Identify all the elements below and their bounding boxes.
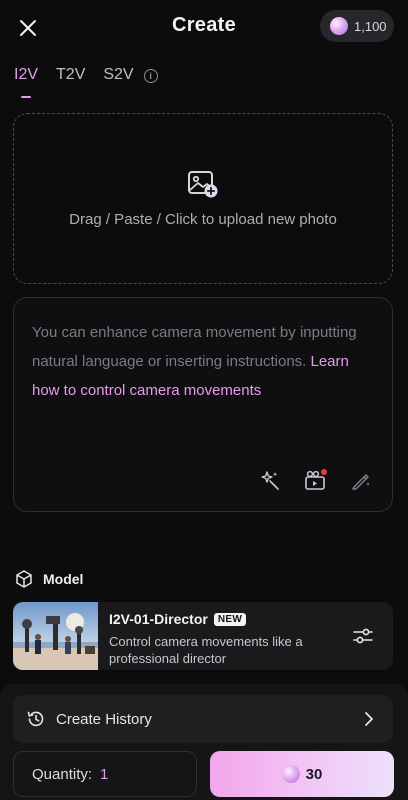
generate-button[interactable]: 30 [210,751,394,797]
notification-dot [321,469,327,475]
sliders-icon [353,628,373,644]
new-badge: NEW [213,612,247,626]
upload-instructions: Drag / Paste / Click to upload new photo [69,211,337,228]
gem-icon [330,17,348,35]
magic-pen-icon [352,474,370,490]
auto-prompt-button[interactable] [349,468,373,492]
model-selector-card[interactable]: I2V-01-Director NEW Control camera movem… [13,602,393,670]
model-settings-button[interactable] [351,624,375,648]
prompt-placeholder: You can enhance camera movement by input… [32,318,372,405]
model-name: I2V-01-Director [109,611,208,627]
credits-badge[interactable]: 1,100 [320,10,394,42]
tab-s2v[interactable]: S2V [103,64,133,84]
quantity-selector[interactable]: Quantity: 1 [13,751,197,797]
chevron-right-icon [361,711,377,727]
model-thumbnail [13,602,98,670]
tab-t2v[interactable]: T2V [56,64,85,84]
info-icon[interactable]: i [143,69,158,83]
photo-upload-area[interactable]: Drag / Paste / Click to upload new photo [13,113,393,284]
image-add-icon [188,171,218,198]
camera-movement-button[interactable] [303,468,327,492]
quantity-label: Quantity: [32,765,93,783]
mode-tabs: I2V T2V S2V i [14,64,158,100]
model-title-row: I2V-01-Director NEW [109,611,247,627]
cube-icon [16,570,32,588]
credits-value: 1,100 [354,18,387,34]
prompt-placeholder-text: You can enhance camera movement by input… [32,324,357,370]
model-section-label: Model [43,571,84,587]
gem-icon [281,765,300,783]
tab-i2v[interactable]: I2V [14,64,38,98]
model-section-header: Model [14,569,83,589]
magic-enhance-button[interactable] [258,468,282,492]
header: Create 1,100 [0,0,408,56]
model-description: Control camera movements like a professi… [109,634,303,666]
generate-cost: 30 [305,765,323,783]
history-clock-icon [27,711,44,727]
sparkle-wand-icon [261,471,279,490]
prompt-input[interactable]: You can enhance camera movement by input… [13,297,393,512]
quantity-value: 1 [100,765,109,783]
create-history-button[interactable]: Create History [13,695,393,743]
create-history-label: Create History [56,710,152,728]
